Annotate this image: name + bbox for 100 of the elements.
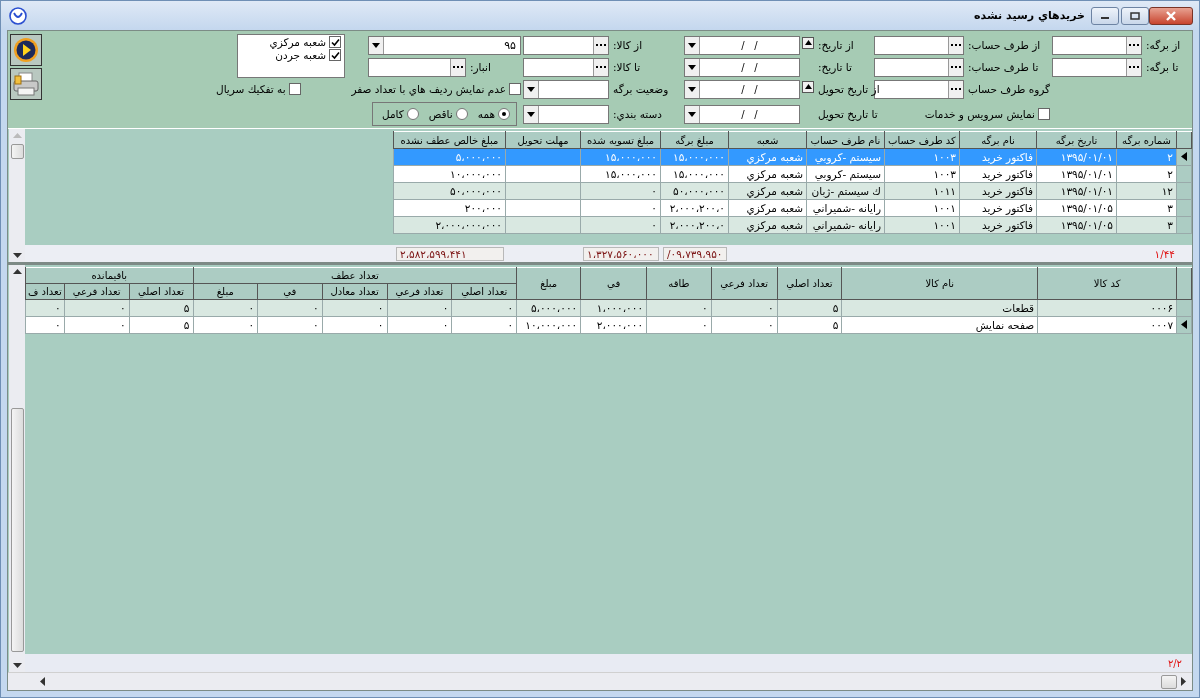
ellipsis-icon: [453, 65, 463, 69]
checkbox[interactable]: [288, 83, 301, 95]
column-header[interactable]: مبلغ تسويه شده: [580, 131, 661, 149]
browse-button[interactable]: [1126, 58, 1141, 76]
column-header[interactable]: كد طرف حساب: [884, 131, 960, 149]
down-arrow-icon: [527, 111, 535, 117]
down-arrow-icon: [688, 64, 696, 70]
close-button[interactable]: [1149, 6, 1193, 25]
column-header[interactable]: تاريخ برگه: [1036, 131, 1117, 149]
ellipsis-icon: [951, 43, 961, 47]
combo-box[interactable]: ۹۵: [368, 35, 521, 55]
spin-up-button[interactable]: [802, 36, 814, 49]
vertical-scrollbar[interactable]: [9, 129, 25, 262]
table-row[interactable]: ۲ ۱۳۹۵/۰۱/۰۱ فاكتور خريد ۱۰۰۳ سيستم -كروبي شعبه مركزي ۱۵،۰۰۰،۰۰۰ ۱۵،۰۰۰،۰۰۰ ۱۰،۰۰۰،۰۰۰: [393, 165, 1192, 183]
radio-button[interactable]: [455, 108, 468, 120]
browse-button[interactable]: [450, 58, 465, 76]
window-title: خريدهاي رسيد نشده: [974, 9, 1085, 22]
field-label: تا طرف حساب:: [967, 61, 1039, 73]
date-field[interactable]: / /: [684, 79, 800, 99]
table-row[interactable]: ۳ ۱۳۹۵/۰۱/۰۵ فاكتور خريد ۱۰۰۱ رايانه -شميراني شعبه مركزي ۲،۰۰۰،۲۰۰،۰ ۰ ۲۰۰،۰۰۰: [393, 199, 1192, 217]
radio-button[interactable]: [498, 108, 510, 120]
run-button[interactable]: [10, 34, 42, 66]
total-value: ۱،۳۲۷،۵۶۰،۰۰۰: [583, 247, 659, 261]
date-field[interactable]: / /: [684, 104, 800, 124]
dropdown-button[interactable]: [685, 105, 700, 123]
field-label: دسته بندي:: [612, 108, 662, 120]
down-arrow-icon: [688, 42, 696, 48]
print-button[interactable]: [10, 68, 42, 100]
date-field[interactable]: / /: [684, 35, 800, 55]
column-header[interactable]: نام كالا: [841, 267, 1038, 300]
current-row-icon: [1181, 152, 1187, 161]
input-field[interactable]: [874, 35, 964, 55]
left-arrow-icon: [40, 677, 45, 686]
total-value: ۰۹،۷۳۹،۹۵۰/: [663, 247, 727, 261]
browse-button[interactable]: [948, 36, 963, 54]
branch-label: شعبه مركزي: [269, 36, 326, 48]
checkbox-label: عدم نمايش رديف هاي با تعداد صفر: [351, 83, 506, 95]
input-field[interactable]: [368, 57, 466, 77]
field-label: تا برگه:: [1145, 61, 1179, 73]
down-arrow-icon: [372, 42, 380, 48]
dropdown-button[interactable]: [685, 58, 700, 76]
column-header[interactable]: تعداد اصلي: [777, 267, 842, 300]
dropdown-button[interactable]: [524, 80, 539, 98]
dropdown-button[interactable]: [369, 36, 384, 54]
vertical-scrollbar[interactable]: [9, 265, 25, 672]
column-header[interactable]: في: [580, 267, 647, 300]
browse-button[interactable]: [948, 80, 963, 98]
column-header[interactable]: شعبه: [728, 131, 807, 149]
maximize-button[interactable]: [1121, 6, 1149, 25]
down-arrow-icon: [12, 663, 22, 668]
radio-button[interactable]: [406, 108, 419, 120]
scroll-thumb[interactable]: [10, 408, 24, 652]
column-header[interactable]: طاقه: [646, 267, 712, 300]
branch-label: شعبه جردن: [275, 49, 326, 61]
field-label: از كالا:: [612, 39, 643, 51]
input-field[interactable]: [1052, 57, 1142, 77]
column-header[interactable]: مبلغ برگه: [660, 131, 729, 149]
checkbox[interactable]: [329, 49, 341, 61]
close-icon: [1165, 10, 1177, 21]
browse-button[interactable]: [593, 58, 608, 76]
browse-button[interactable]: [948, 58, 963, 76]
checkbox[interactable]: [329, 36, 341, 48]
dropdown-button[interactable]: [685, 80, 700, 98]
scroll-thumb[interactable]: [10, 144, 24, 159]
horizontal-scrollbar[interactable]: [8, 672, 1192, 690]
right-arrow-icon: [1181, 677, 1186, 686]
browse-button[interactable]: [1126, 36, 1141, 54]
spin-up-button[interactable]: [802, 80, 814, 93]
scroll-thumb[interactable]: [1161, 674, 1177, 689]
table-row[interactable]: ۱۲ ۱۳۹۵/۰۱/۰۱ فاكتور خريد ۱۰۱۱ ك سيستم -ژبان شعبه مركزي ۵۰،۰۰۰،۰۰۰ ۰ ۵۰،۰۰۰،۰۰۰: [393, 182, 1192, 200]
column-header[interactable]: مبلغ: [516, 267, 581, 300]
dropdown-button[interactable]: [524, 105, 539, 123]
checkbox[interactable]: [509, 83, 521, 95]
ellipsis-icon: [1129, 43, 1139, 47]
table-row[interactable]: ۳ ۱۳۹۵/۰۱/۰۵ فاكتور خريد ۱۰۰۱ رايانه -شميراني شعبه مركزي ۲،۰۰۰،۲۰۰،۰ ۰ ۲،۰۰۰،۰۰۰،۰۰۰: [393, 216, 1192, 234]
column-header[interactable]: مهلت تحويل: [505, 131, 581, 149]
column-header[interactable]: مبلغ خالص عطف نشده: [393, 131, 506, 149]
input-field[interactable]: [874, 57, 964, 77]
radio-label: كامل: [381, 108, 404, 120]
browse-button[interactable]: [593, 36, 608, 54]
column-header[interactable]: نام طرف حساب: [806, 131, 885, 149]
column-header[interactable]: تعداد فرعي: [711, 267, 778, 300]
input-field[interactable]: [1052, 35, 1142, 55]
column-header[interactable]: كد كالا: [1037, 267, 1177, 300]
combo-box[interactable]: [523, 104, 609, 124]
field-label: از برگه:: [1145, 39, 1181, 51]
combo-box[interactable]: [523, 79, 609, 99]
maximize-icon: [1130, 11, 1140, 20]
ellipsis-icon: [951, 65, 961, 69]
up-arrow-icon: [12, 269, 22, 274]
column-header[interactable]: شماره برگه: [1116, 131, 1177, 149]
input-field[interactable]: [523, 35, 609, 55]
printer-icon: [12, 71, 40, 97]
minimize-button[interactable]: [1091, 6, 1119, 25]
column-header[interactable]: نام برگه: [959, 131, 1037, 149]
input-field[interactable]: [523, 57, 609, 77]
checkbox[interactable]: [1038, 108, 1050, 120]
ellipsis-icon: [1129, 65, 1139, 69]
date-field[interactable]: / /: [684, 57, 800, 77]
dropdown-button[interactable]: [685, 36, 700, 54]
